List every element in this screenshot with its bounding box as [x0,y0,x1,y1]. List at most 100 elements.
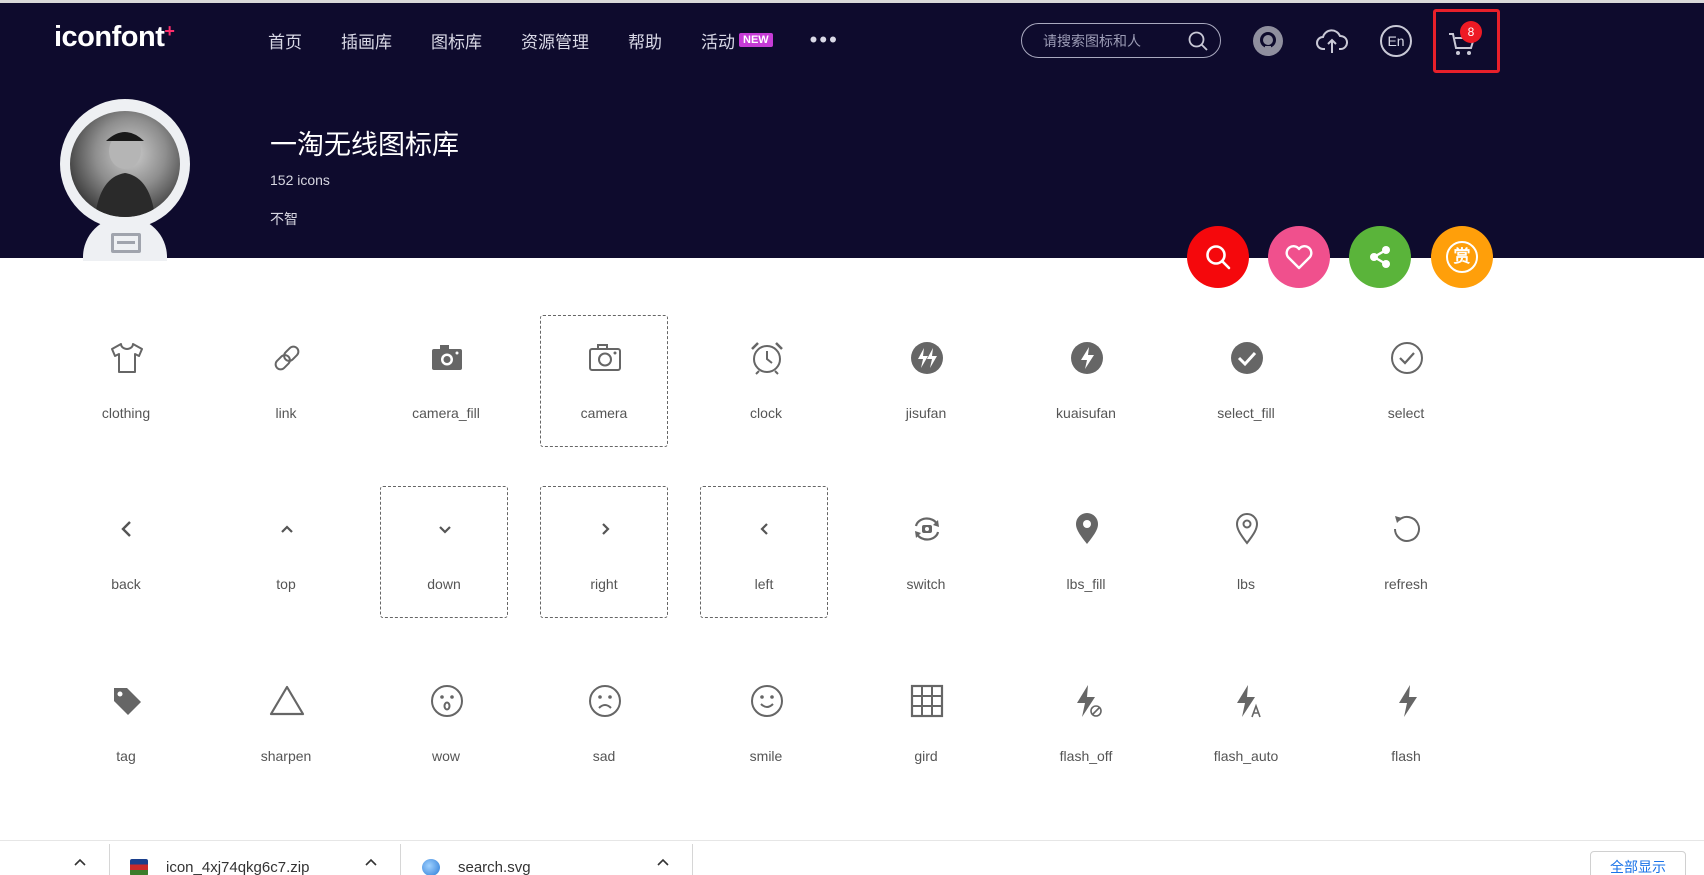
link-icon [274,345,300,371]
icon-label: top [276,576,296,592]
icon-card-refresh[interactable]: refresh [1342,486,1470,618]
select-icon [1391,342,1423,374]
divider [109,844,110,875]
smile-icon [751,685,783,717]
right-icon [602,523,610,535]
search-icon [1206,245,1231,270]
icon-count: 152 icons [270,172,330,188]
icon-label: left [754,576,774,592]
download-file-name[interactable]: icon_4xj74qkg6c7.zip [166,859,309,875]
switch-icon [914,517,940,541]
chevron-up-icon[interactable] [656,855,670,869]
nav-illustrations[interactable]: 插画库 [341,28,392,53]
icon-card-left[interactable]: left [700,486,828,618]
icon-card-sharpen[interactable]: sharpen [222,658,350,790]
chevron-up-icon[interactable] [364,855,378,869]
icon-card-sad[interactable]: sad [540,658,668,790]
search-action-button[interactable] [1187,226,1249,288]
icon-card-clock[interactable]: clock [702,315,830,447]
icon-card-select-fill[interactable]: select_fill [1182,315,1310,447]
icon-label: wow [431,748,460,764]
icon-label: kuaisufan [1056,405,1116,421]
divider [400,844,401,875]
icon-label: clock [750,405,782,421]
icon-card-tag[interactable]: tag [62,658,190,790]
kuaisufan-icon [1071,342,1103,374]
github-icon[interactable] [1252,25,1284,57]
icon-label: sad [592,748,616,764]
icon-label: lbs [1237,576,1255,592]
logo-text: iconfont [54,21,165,53]
download-file-name[interactable]: search.svg [458,859,531,875]
sharpen-icon [269,685,305,716]
avatar-body [83,217,167,261]
icon-label: lbs_fill [1066,576,1106,592]
icon-card-jisufan[interactable]: jisufan [862,315,990,447]
icon-card-back[interactable]: back [62,486,190,618]
nav-resource-management[interactable]: 资源管理 [521,28,589,53]
author-name[interactable]: 不智 [270,209,298,229]
heart-icon [1285,245,1313,270]
show-all-downloads-button[interactable]: 全部显示 [1590,851,1686,875]
icon-card-lbs[interactable]: lbs [1182,486,1310,618]
more-menu-button[interactable]: ••• [810,27,839,53]
icon-label: switch [906,576,946,592]
reward-button[interactable]: 赏 [1431,226,1493,288]
nav-icon-library[interactable]: 图标库 [431,28,482,53]
clothing-icon [111,343,143,373]
icon-card-flash[interactable]: flash [1342,658,1470,790]
icon-label: flash_auto [1213,748,1279,764]
left-icon [760,523,768,535]
icon-card-down[interactable]: down [380,486,508,618]
icon-label: jisufan [905,405,947,421]
search-input[interactable] [1043,32,1183,49]
icon-label: down [427,576,461,592]
nav-help[interactable]: 帮助 [628,28,662,53]
language-toggle[interactable]: En [1380,25,1412,57]
icon-label: sharpen [260,748,312,764]
icon-card-right[interactable]: right [540,486,668,618]
icon-card-lbs-fill[interactable]: lbs_fill [1022,486,1150,618]
share-button[interactable] [1349,226,1411,288]
cart-count-badge: 8 [1460,21,1482,43]
icon-card-wow[interactable]: wow [382,658,510,790]
icon-label: camera [580,405,628,421]
main-nav: 首页 插画库 图标库 资源管理 帮助 活动 NEW ••• [268,27,839,53]
icon-card-link[interactable]: link [222,315,350,447]
icon-label: camera_fill [412,405,480,421]
avatar-photo [70,111,180,217]
upload-cloud-icon[interactable] [1316,25,1348,57]
icon-card-smile[interactable]: smile [702,658,830,790]
nav-events[interactable]: 活动 NEW [701,28,773,53]
icon-card-gird[interactable]: gird [862,658,990,790]
nav-home[interactable]: 首页 [268,28,302,53]
icon-card-camera[interactable]: camera [540,315,668,447]
search-box[interactable] [1021,23,1221,58]
logo[interactable]: iconfont + [54,21,175,54]
icon-card-flash-auto[interactable]: flash_auto [1182,658,1310,790]
page-title: 一淘无线图标库 [270,130,459,160]
chevron-up-icon[interactable] [73,855,87,869]
flash-off-icon [1077,685,1102,717]
icon-label: select [1387,405,1425,421]
camera-icon [589,344,621,371]
icon-card-clothing[interactable]: clothing [62,315,190,447]
icon-card-top[interactable]: top [222,486,350,618]
search-icon[interactable] [1188,31,1208,51]
icon-card-flash-off[interactable]: flash_off [1022,658,1150,790]
zip-file-icon [130,859,148,875]
download-bar: icon_4xj74qkg6c7.zip search.svg 全部显示 [0,840,1704,875]
icon-card-select[interactable]: select [1342,315,1470,447]
icon-label: link [275,405,297,421]
icon-label: select_fill [1217,405,1275,421]
new-badge: NEW [739,33,773,47]
favorite-button[interactable] [1268,226,1330,288]
icon-card-camera-fill[interactable]: camera_fill [382,315,510,447]
icon-card-kuaisufan[interactable]: kuaisufan [1022,315,1150,447]
icon-label: smile [749,748,783,764]
share-icon [1370,246,1390,268]
avatar [60,99,190,261]
grid-icon [910,684,944,718]
icon-card-switch[interactable]: switch [862,486,990,618]
icon-label: right [590,576,618,592]
